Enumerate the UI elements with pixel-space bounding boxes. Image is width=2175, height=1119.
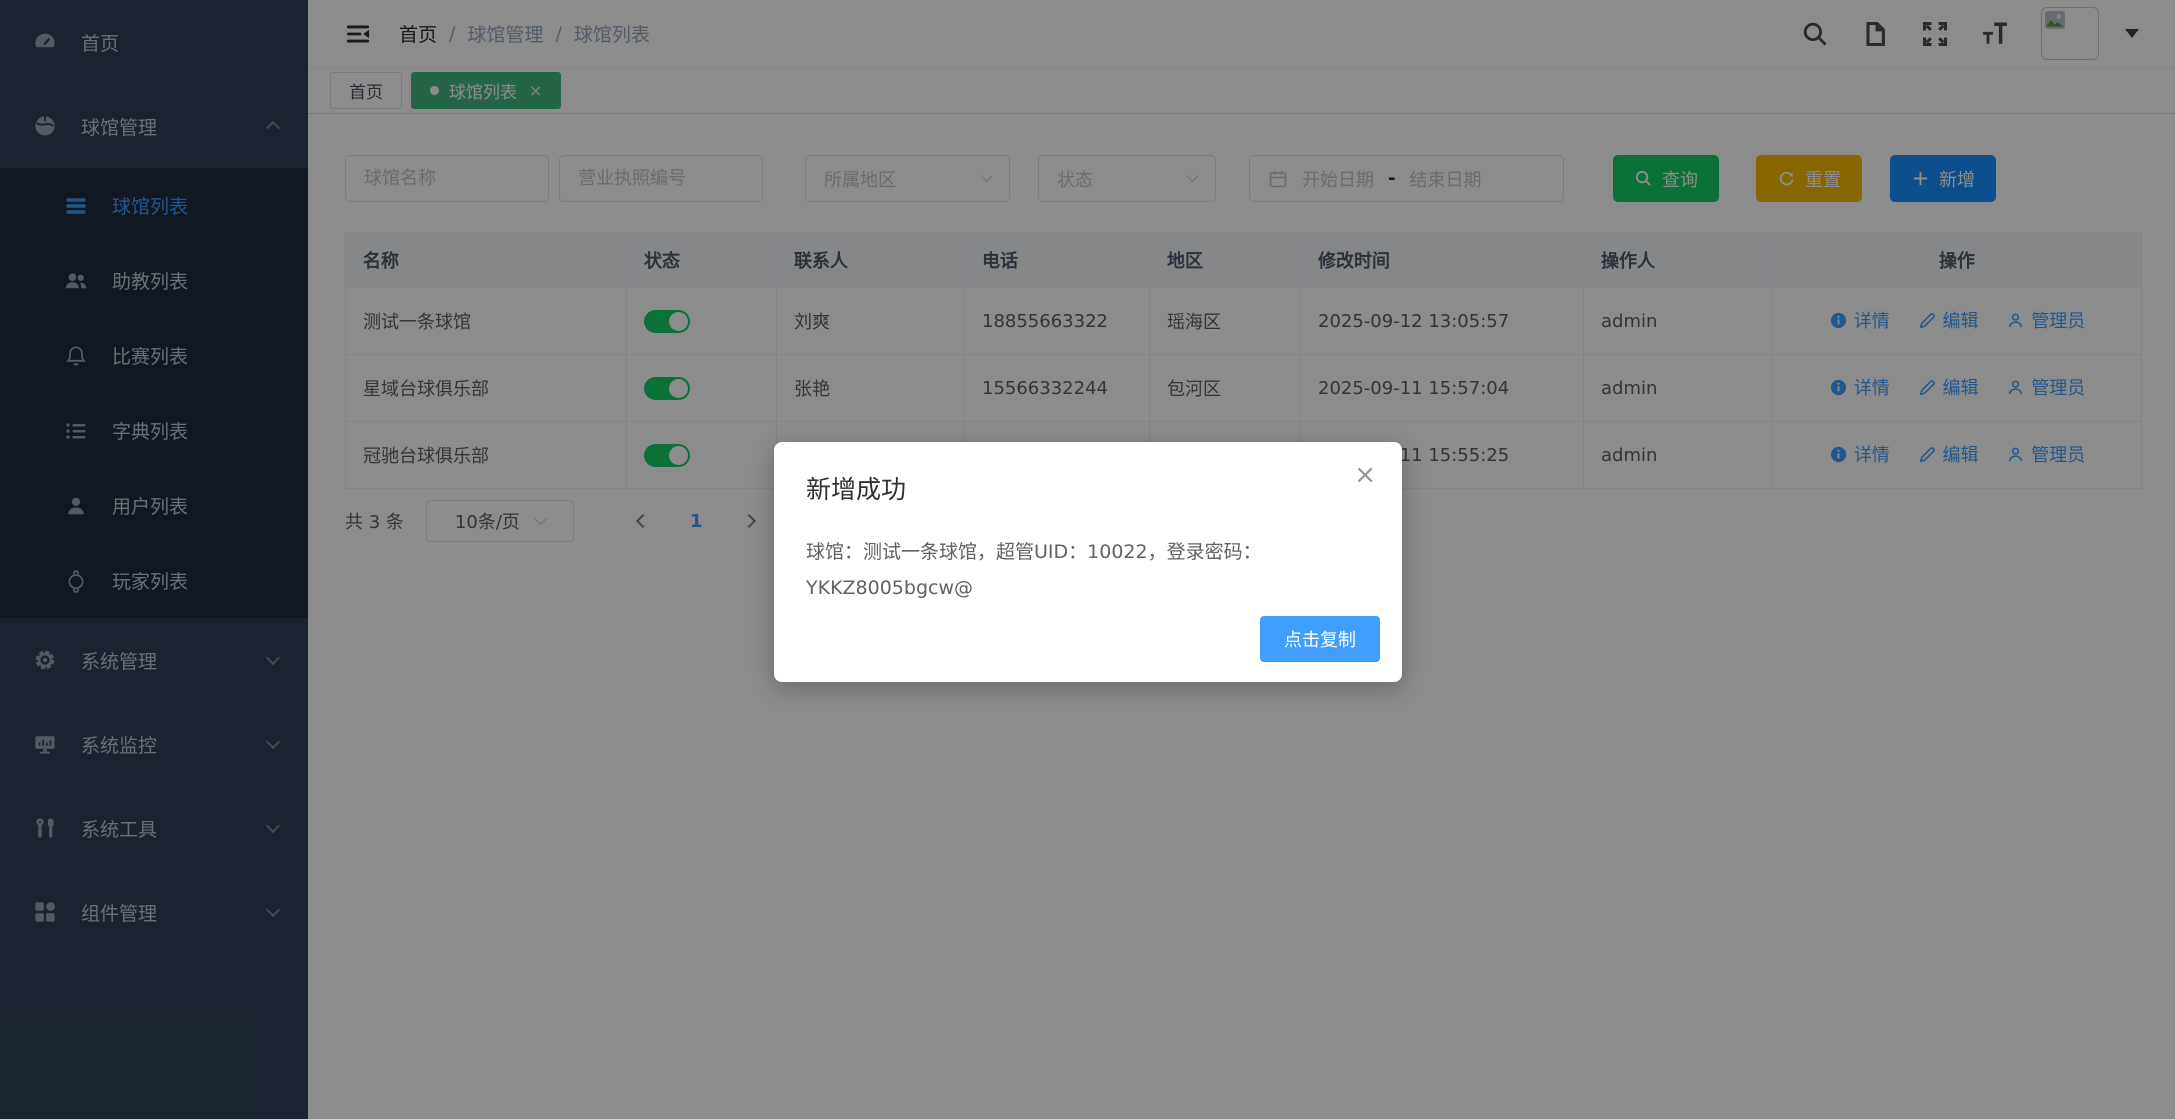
dialog-title: 新增成功 [806,470,1370,506]
success-dialog: 新增成功 × 球馆：测试一条球馆，超管UID：10022，登录密码： YKKZ8… [774,442,1402,682]
dialog-message: 球馆：测试一条球馆，超管UID：10022，登录密码： YKKZ8005bgcw… [806,534,1370,606]
copy-button[interactable]: 点击复制 [1260,616,1380,662]
close-icon[interactable]: × [1354,462,1376,488]
dialog-message-line2: YKKZ8005bgcw@ [806,570,1370,606]
dialog-message-line1: 球馆：测试一条球馆，超管UID：10022，登录密码： [806,534,1370,570]
